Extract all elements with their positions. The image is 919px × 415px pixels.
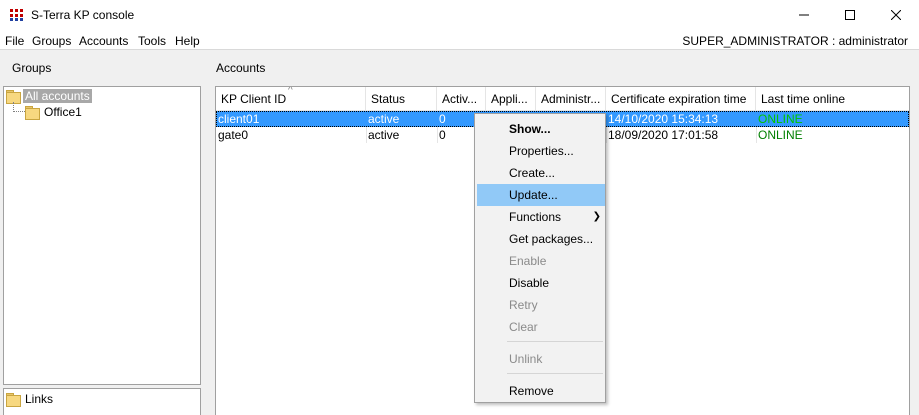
table-header: KP Client ID ^ Status Activ... Appli... … [216,87,909,111]
menu-bar: File Groups Accounts Tools Help SUPER_AD… [0,30,919,50]
cell-cert-expiration: 14/10/2020 15:34:13 [608,112,719,126]
links-item[interactable]: Links [5,391,55,407]
menu-item-show[interactable]: Show... [477,118,605,140]
cell-last-online: ONLINE [758,112,803,126]
column-header-status[interactable]: Status [366,87,437,111]
minimize-icon [799,14,809,16]
links-panel-label: Links [25,391,54,406]
tree-item-all-accounts[interactable]: All accounts [5,88,92,104]
title-bar: S-Terra KP console [0,0,919,30]
tree-item-label: Office1 [44,104,82,119]
menu-groups[interactable]: Groups [32,34,71,48]
menu-tools[interactable]: Tools [138,34,166,48]
menu-item-unlink: Unlink [509,352,543,366]
menu-help[interactable]: Help [175,34,200,48]
panel-splitter[interactable] [205,52,208,415]
menu-item-clear: Clear [509,320,538,334]
context-menu: Show... Properties... Create... Update..… [474,113,606,403]
column-header-applied[interactable]: Appli... [486,87,536,111]
sort-ascending-icon: ^ [288,87,293,96]
accounts-panel-label: Accounts [216,61,266,75]
maximize-button[interactable] [827,0,873,30]
menu-item-retry: Retry [509,298,538,312]
menu-item-disable[interactable]: Disable [477,272,605,294]
s-terra-app-icon [9,8,25,22]
menu-item-get-packages[interactable]: Get packages... [477,228,605,250]
menu-separator [507,341,603,342]
menu-separator [507,373,603,374]
menu-accounts[interactable]: Accounts [79,34,128,48]
cell-client-id: gate0 [218,128,249,142]
folder-icon [5,392,21,407]
window-title: S-Terra KP console [31,8,135,22]
tree-item-label: All accounts [23,88,92,103]
current-user: SUPER_ADMINISTRATOR : administrator [682,34,908,48]
menu-item-remove[interactable]: Remove [477,380,605,402]
groups-panel-label: Groups [12,61,52,75]
menu-item-functions[interactable]: Functions ❯ [477,206,605,228]
column-header-kp-client-id[interactable]: KP Client ID ^ [216,87,366,111]
tree-item-office1[interactable]: Office1 [24,104,84,120]
groups-tree-panel [3,86,201,385]
menu-item-properties[interactable]: Properties... [477,140,605,162]
cell-cert-expiration: 18/09/2020 17:01:58 [608,128,719,142]
folder-icon [5,89,21,104]
menu-file[interactable]: File [5,34,24,48]
cell-status: active [368,128,400,142]
cell-status: active [368,112,400,126]
maximize-icon [845,10,855,20]
column-header-administrator[interactable]: Administr... [536,87,606,111]
cell-client-id: client01 [218,112,260,126]
menu-item-update[interactable]: Update... [477,184,605,206]
close-button[interactable] [873,0,919,30]
minimize-button[interactable] [781,0,827,30]
submenu-arrow-icon: ❯ [592,211,601,222]
menu-item-enable: Enable [509,254,547,268]
column-header-cert-expiration[interactable]: Certificate expiration time [606,87,756,111]
close-icon [891,10,901,20]
column-header-last-online[interactable]: Last time online [756,87,909,111]
column-header-active[interactable]: Activ... [437,87,486,111]
cell-last-online: ONLINE [758,128,803,142]
menu-item-create[interactable]: Create... [477,162,605,184]
menu-item-functions-label: Functions [509,210,562,224]
folder-icon [24,105,40,120]
